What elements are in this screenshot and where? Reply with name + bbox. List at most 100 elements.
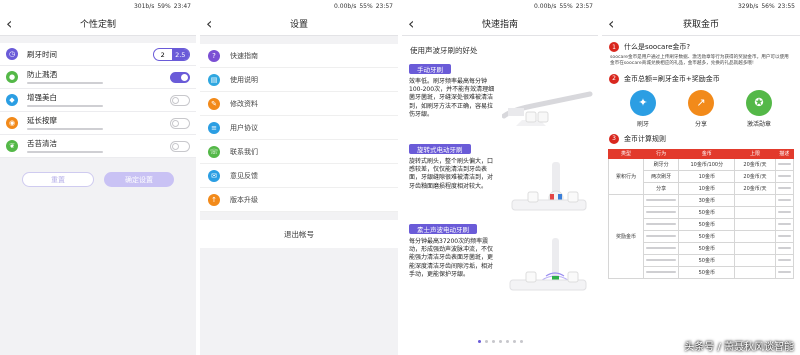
page-dot[interactable] bbox=[491, 340, 495, 343]
page-dot[interactable] bbox=[477, 340, 481, 343]
tongue-clean-toggle[interactable] bbox=[170, 141, 190, 152]
net-speed: 329b/s bbox=[737, 2, 759, 10]
table-cell bbox=[643, 205, 680, 219]
menu-item-label: 快速指南 bbox=[230, 51, 258, 60]
action-label: 激活勋章 bbox=[746, 120, 771, 128]
table-cell bbox=[643, 265, 680, 279]
massage-toggle[interactable] bbox=[170, 118, 190, 129]
clock-time: 23:57 bbox=[575, 2, 593, 10]
coin-rules-table: 类型 行为 金币 上限 描述 累积行为 刷牙分 10金币/100分 20金币/天… bbox=[607, 148, 795, 279]
action-activate-medal[interactable]: ✪ 激活勋章 bbox=[746, 89, 772, 128]
menu-item-quick-guide[interactable]: ? 快速指南 bbox=[200, 44, 398, 68]
menu-item-user-agreement[interactable]: ≡ 用户协议 bbox=[200, 116, 398, 140]
table-cell: 50金币 bbox=[678, 253, 736, 267]
logout-button[interactable]: 退出帐号 bbox=[200, 220, 398, 248]
action-label: 分享 bbox=[694, 120, 707, 128]
rotary-toothbrush-illustration bbox=[511, 162, 587, 211]
confirm-settings-button[interactable]: 确定设置 bbox=[104, 172, 174, 187]
page-title: 个性定制 bbox=[79, 20, 116, 30]
screens-collage: 301b/s 59% 23:47 ‹ 个性定制 ◷ 刷牙时间 2 2.5 ● 防… bbox=[0, 0, 800, 355]
back-icon[interactable]: ‹ bbox=[6, 14, 12, 34]
menu-item-label: 意见反馈 bbox=[230, 171, 258, 180]
title-bar: ‹ 获取金币 bbox=[602, 12, 800, 36]
page-indicator[interactable] bbox=[402, 340, 598, 343]
guide-section-manual: 手动牙刷 效率低。刷牙频率最高每分钟100-200次，并不能有效清理细菌牙菌斑，… bbox=[402, 64, 598, 136]
table-cell bbox=[774, 241, 795, 255]
clock-time: 23:57 bbox=[375, 2, 393, 10]
page-dot[interactable] bbox=[512, 340, 516, 343]
back-icon[interactable]: ‹ bbox=[206, 14, 212, 34]
reset-button[interactable]: 重置 bbox=[22, 172, 94, 187]
massage-icon: ◉ bbox=[6, 117, 18, 129]
page-dot[interactable] bbox=[519, 340, 523, 343]
action-share[interactable]: ↗ 分享 bbox=[688, 89, 714, 128]
back-icon[interactable]: ‹ bbox=[608, 14, 614, 34]
table-cell bbox=[774, 157, 795, 171]
table-header-row: 类型 行为 金币 上限 描述 bbox=[607, 148, 795, 159]
manual-icon: ▤ bbox=[208, 73, 220, 86]
question-icon: ? bbox=[208, 49, 220, 62]
table-cell: 10金币 bbox=[678, 169, 736, 183]
table-cell: 10金币/100分 bbox=[678, 157, 736, 171]
table-cell bbox=[734, 253, 776, 267]
screen-custom: 301b/s 59% 23:47 ‹ 个性定制 ◷ 刷牙时间 2 2.5 ● 防… bbox=[0, 0, 196, 355]
brush-time-option-2-5[interactable]: 2.5 bbox=[171, 49, 189, 60]
menu-item-edit-profile[interactable]: ✎ 修改资料 bbox=[200, 92, 398, 116]
anti-splash-desc bbox=[27, 82, 103, 84]
drop-icon: ● bbox=[6, 71, 18, 83]
menu-item-manual[interactable]: ▤ 使用说明 bbox=[200, 68, 398, 92]
table-cell: 50金币 bbox=[678, 205, 736, 219]
page-dot[interactable] bbox=[505, 340, 509, 343]
table-cell: 分享 bbox=[643, 181, 680, 195]
action-brush[interactable]: ✦ 刷牙 bbox=[630, 89, 656, 128]
table-cell bbox=[643, 193, 680, 207]
coin-actions: ✦ 刷牙 ↗ 分享 ✪ 激活勋章 bbox=[614, 89, 788, 128]
table-row: 奖励金币 30金币 bbox=[607, 193, 795, 279]
guide-section-rotary: 旋转式电动牙刷 旋转式刷头，整个刷头偏大，口感较差，仅仅能清洁到牙齿表面，牙龈缝… bbox=[402, 144, 598, 216]
table-cell bbox=[734, 265, 776, 279]
section-number: 3 bbox=[609, 133, 619, 144]
sonic-toothbrush-illustration bbox=[509, 238, 587, 291]
anti-splash-label: 防止溅洒 bbox=[27, 70, 57, 79]
section-text: 旋转式刷头，整个刷头偏大，口感较差，仅仅能清洁到牙齿表面，牙龈缝隙很难被清洁到，… bbox=[409, 158, 494, 190]
page-dot[interactable] bbox=[498, 340, 502, 343]
brush-time-row: ◷ 刷牙时间 2 2.5 bbox=[0, 43, 196, 66]
table-header: 行为 bbox=[643, 148, 680, 159]
table-cell bbox=[734, 193, 776, 207]
table-cell bbox=[734, 205, 776, 219]
menu-item-feedback[interactable]: ✉ 意见反馈 bbox=[200, 164, 398, 188]
page-title: 获取金币 bbox=[682, 20, 719, 30]
page-dot[interactable] bbox=[484, 340, 488, 343]
brush-time-option-2[interactable]: 2 bbox=[154, 49, 172, 60]
table-header: 金币 bbox=[678, 148, 736, 159]
table-cell: 50金币 bbox=[678, 265, 736, 279]
menu-item-contact-us[interactable]: ☏ 联系我们 bbox=[200, 140, 398, 164]
share-icon: ↗ bbox=[688, 89, 714, 116]
table-row: 累积行为 刷牙分 10金币/100分 20金币/天 bbox=[607, 157, 795, 195]
title-bar: ‹ 个性定制 bbox=[0, 12, 196, 36]
table-cell: 刷牙分 bbox=[643, 157, 680, 171]
section-number: 1 bbox=[609, 42, 619, 52]
table-cell bbox=[643, 229, 680, 243]
whitening-toggle[interactable] bbox=[170, 95, 190, 106]
table-header: 上限 bbox=[734, 148, 776, 159]
table-cell bbox=[774, 193, 795, 207]
anti-splash-toggle[interactable] bbox=[170, 72, 190, 83]
net-speed: 0.00b/s bbox=[334, 2, 357, 10]
whitening-row: ◆ 增强美白 bbox=[0, 89, 196, 112]
brush-time-label: 刷牙时间 bbox=[27, 49, 57, 59]
massage-row: ◉ 延长按摩 bbox=[0, 112, 196, 135]
section-title: 金币计算规则 bbox=[624, 134, 666, 143]
section-pill: 手动牙刷 bbox=[409, 64, 451, 74]
guide-intro: 使用声波牙刷的好处 bbox=[410, 46, 478, 55]
tooth-icon: ◆ bbox=[6, 94, 18, 106]
watermark: 头条号 / 萧聂秋风谈智能 bbox=[684, 342, 794, 353]
status-bar: 0.00b/s 55% 23:57 bbox=[200, 0, 398, 12]
section-text: 每分钟最高37200次的频率震动，形成强劲声波脉冲流，不仅能强力清洁牙齿表面牙菌… bbox=[409, 238, 494, 278]
table-cell: 10金币 bbox=[678, 181, 736, 195]
title-bar: ‹ 快速指南 bbox=[402, 12, 598, 36]
brush-time-selector[interactable]: 2 2.5 bbox=[153, 48, 190, 61]
back-icon[interactable]: ‹ bbox=[408, 14, 414, 34]
menu-item-version-upgrade[interactable]: ↑ 版本升级 bbox=[200, 188, 398, 212]
screen-get-coins: 329b/s 56% 23:55 ‹ 获取金币 1 什么是soocare金币? … bbox=[602, 0, 800, 355]
